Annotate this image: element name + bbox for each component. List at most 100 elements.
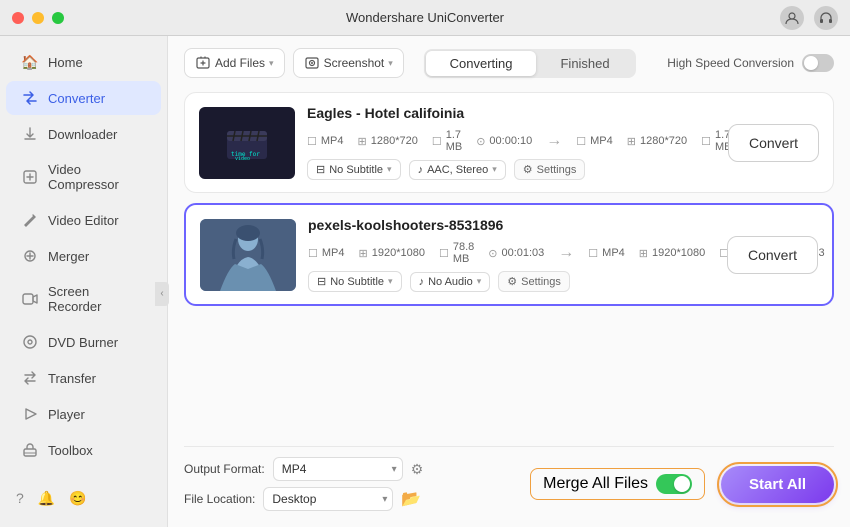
add-files-button[interactable]: Add Files ▾ (184, 48, 285, 78)
file-location-select[interactable]: Desktop Documents Downloads (263, 487, 393, 511)
subtitle2-dropdown: ▾ (388, 276, 393, 287)
file-meta-row-1: ☐ MP4 ⊞ 1280*720 ☐ 1.7 MB (307, 129, 716, 153)
start-all-button[interactable]: Start All (721, 466, 834, 503)
dvd-icon (22, 334, 38, 350)
src-duration-1: ⊙ 00:00:10 (476, 135, 532, 148)
sidebar-label-downloader: Downloader (48, 127, 117, 142)
size-icon: ☐ (432, 135, 442, 148)
editor-icon (22, 212, 38, 228)
app-body: 🏠 Home Converter Downloader (0, 36, 850, 527)
file-options-2: ⊟ No Subtitle ▾ ♪ No Audio ▾ ⚙ Settings (308, 271, 715, 292)
speed-label: High Speed Conversion (667, 56, 794, 70)
dst-res-icon: ⊞ (627, 135, 636, 148)
title-bar: Wondershare UniConverter (0, 0, 850, 36)
sidebar-item-merger[interactable]: Merger (6, 239, 161, 273)
tab-switcher: Converting Finished (424, 49, 636, 78)
dst-resolution-2: ⊞ 1920*1080 (639, 247, 705, 260)
close-button[interactable] (12, 12, 24, 24)
sidebar-label-toolbox: Toolbox (48, 443, 93, 458)
add-dropdown-icon: ▾ (269, 58, 274, 69)
home-icon: 🏠 (22, 54, 38, 70)
merge-all-toggle[interactable]: Merge All Files (530, 468, 705, 500)
src-size-2: ☐ 78.8 MB (439, 241, 474, 265)
src-meta-1: ☐ MP4 ⊞ 1280*720 ☐ 1.7 MB (307, 129, 532, 153)
src-resolution-2: ⊞ 1920*1080 (359, 247, 425, 260)
sidebar: 🏠 Home Converter Downloader (0, 36, 168, 527)
dst-size-1: ☐ 1.7 MB (701, 129, 731, 153)
src-duration-2: ⊙ 00:01:03 (488, 247, 544, 260)
subtitle-select-1[interactable]: ⊟ No Subtitle ▾ (307, 159, 401, 180)
tab-converting[interactable]: Converting (426, 51, 537, 76)
maximize-button[interactable] (52, 12, 64, 24)
sidebar-item-video-compressor[interactable]: Video Compressor (6, 153, 161, 201)
output-format-label: Output Format: (184, 462, 265, 476)
main-content: Add Files ▾ Screenshot ▾ Converting Fini… (168, 36, 850, 527)
dst-format-2: ☐ MP4 (588, 247, 625, 260)
settings-btn-2[interactable]: ⚙ Settings (498, 271, 570, 292)
subtitle-dropdown-icon: ▾ (387, 164, 392, 175)
file-cards-list: time for video Eagles - Hotel califoinia… (184, 92, 834, 438)
sidebar-item-converter[interactable]: Converter (6, 81, 161, 115)
merge-toggle-switch[interactable] (656, 474, 692, 494)
subtitle-icon: ⊟ (316, 163, 325, 176)
format-icon: ☐ (307, 135, 317, 148)
sidebar-label-merger: Merger (48, 249, 89, 264)
sidebar-item-screen-recorder[interactable]: Screen Recorder (6, 275, 161, 323)
src-meta-2: ☐ MP4 ⊞ 1920*1080 ☐ 78.8 MB (308, 241, 544, 265)
folder-open-icon[interactable]: 📂 (401, 489, 421, 509)
sidebar-collapse-btn[interactable]: ‹ (155, 282, 169, 306)
arrow-icon-1: → (546, 132, 562, 150)
speed-toggle-switch[interactable] (802, 54, 834, 72)
notification-icon[interactable]: 🔔 (38, 490, 55, 507)
file-name-1: Eagles - Hotel califoinia (307, 105, 716, 121)
recorder-icon (22, 291, 38, 307)
src-size-1: ☐ 1.7 MB (432, 129, 462, 153)
sidebar-bottom: ? 🔔 😊 (0, 478, 167, 519)
window-controls[interactable] (12, 12, 64, 24)
dst-format-icon: ☐ (576, 135, 586, 148)
sidebar-item-toolbox[interactable]: Toolbox (6, 433, 161, 467)
sidebar-label-transfer: Transfer (48, 371, 96, 386)
file-location-select-wrapper: Desktop Documents Downloads (263, 487, 393, 511)
merge-label: Merge All Files (543, 475, 648, 493)
player-icon (22, 406, 38, 422)
title-bar-icons (780, 6, 838, 30)
dst-size-icon: ☐ (701, 135, 711, 148)
sidebar-label-compressor: Video Compressor (48, 162, 145, 192)
file-thumb-1: time for video (199, 107, 295, 179)
minimize-button[interactable] (32, 12, 44, 24)
output-format-select[interactable]: MP4 MKV AVI MOV (273, 457, 403, 481)
screenshot-dropdown-icon: ▾ (388, 58, 393, 69)
audio2-dropdown: ▾ (477, 276, 482, 287)
smiley-icon[interactable]: 😊 (69, 490, 86, 507)
sidebar-item-dvd-burner[interactable]: DVD Burner (6, 325, 161, 359)
sidebar-item-video-editor[interactable]: Video Editor (6, 203, 161, 237)
settings-btn-1[interactable]: ⚙ Settings (514, 159, 586, 180)
audio-select-1[interactable]: ♪ AAC, Stereo ▾ (409, 160, 506, 180)
subtitle-select-2[interactable]: ⊟ No Subtitle ▾ (308, 271, 402, 292)
converter-icon (22, 90, 38, 106)
screenshot-button[interactable]: Screenshot ▾ (293, 48, 404, 78)
sidebar-label-home: Home (48, 55, 83, 70)
file-info-2: pexels-koolshooters-8531896 ☐ MP4 ⊞ 1920… (308, 217, 715, 292)
convert-button-1[interactable]: Convert (728, 124, 819, 162)
arrow-icon-2: → (558, 244, 574, 262)
sidebar-item-downloader[interactable]: Downloader (6, 117, 161, 151)
sidebar-label-player: Player (48, 407, 85, 422)
sidebar-label-editor: Video Editor (48, 213, 119, 228)
headphone-icon[interactable] (814, 6, 838, 30)
user-icon[interactable] (780, 6, 804, 30)
settings-gear-icon: ⚙ (523, 163, 533, 176)
file-location-label: File Location: (184, 492, 255, 506)
output-format-select-wrapper: MP4 MKV AVI MOV (273, 457, 403, 481)
audio-select-2[interactable]: ♪ No Audio ▾ (410, 272, 491, 292)
file-thumb-2 (200, 219, 296, 291)
help-icon[interactable]: ? (16, 490, 24, 507)
sidebar-item-transfer[interactable]: Transfer (6, 361, 161, 395)
convert-button-2[interactable]: Convert (727, 236, 818, 274)
sidebar-item-home[interactable]: 🏠 Home (6, 45, 161, 79)
file-location-row: File Location: Desktop Documents Downloa… (184, 487, 423, 511)
sidebar-item-player[interactable]: Player (6, 397, 161, 431)
output-format-gear-icon[interactable]: ⚙ (411, 461, 424, 478)
tab-finished[interactable]: Finished (536, 51, 633, 76)
